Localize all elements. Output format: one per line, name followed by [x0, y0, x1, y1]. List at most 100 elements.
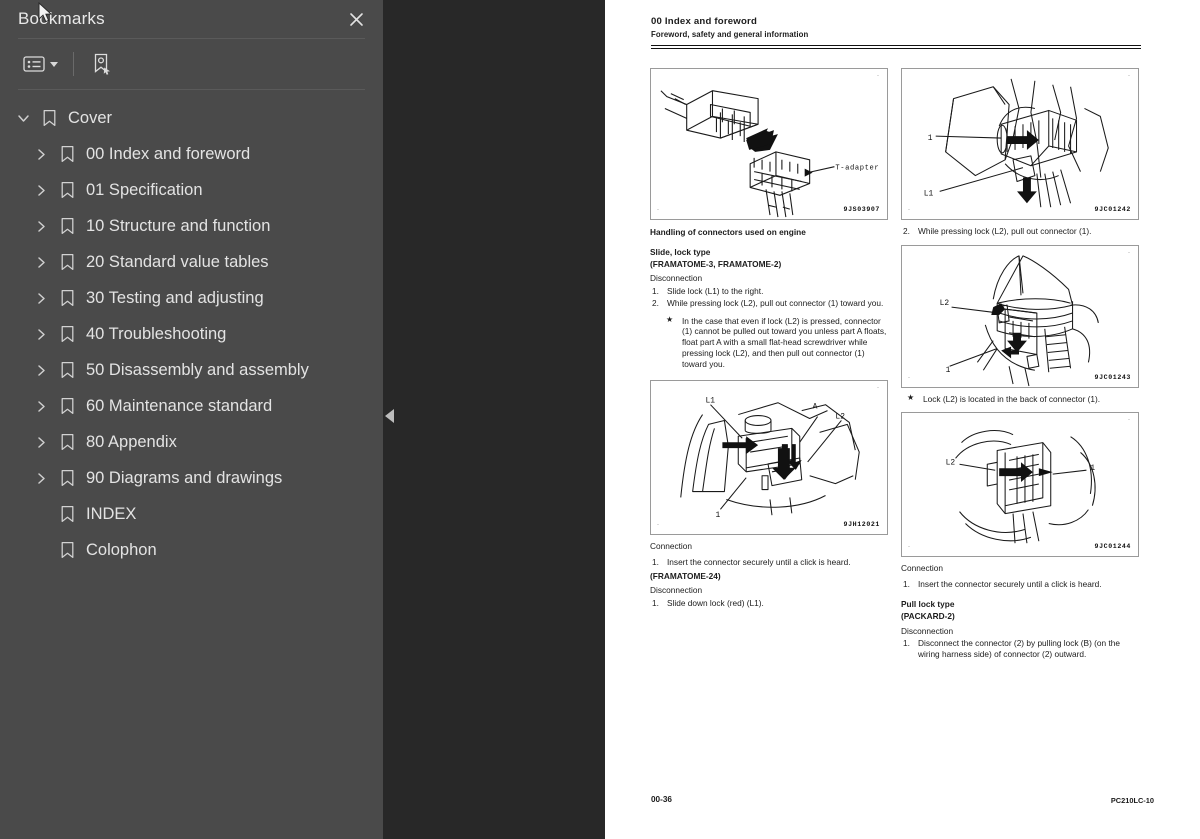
- svg-text:1: 1: [946, 366, 951, 375]
- bookmark-item-label: Cover: [68, 108, 113, 127]
- figure-code: 9JC01244: [1094, 543, 1131, 550]
- type-heading-2: (FRAMATOME-3, FRAMATOME-2): [650, 258, 782, 269]
- type-heading-2: (PACKARD-2): [901, 610, 955, 621]
- bookmark-item-label: 90 Diagrams and drawings: [86, 468, 283, 487]
- bookmark-item-20-standard-value-tables[interactable]: 20 Standard value tables: [0, 244, 383, 280]
- bookmark-icon: [54, 465, 80, 491]
- bookmark-item-label: INDEX: [86, 504, 137, 523]
- chevron-down-icon: [50, 61, 58, 67]
- figure-connection: · · L2 1 9JC01244: [901, 411, 1139, 557]
- toolbar-separator: [73, 52, 74, 76]
- bookmark-item-label: 40 Troubleshooting: [86, 324, 227, 343]
- bookmark-item-10-structure-and-function[interactable]: 10 Structure and function: [0, 208, 383, 244]
- chevron-right-icon[interactable]: [28, 321, 54, 347]
- chevron-right-icon[interactable]: [28, 285, 54, 311]
- svg-text:L2: L2: [835, 412, 845, 421]
- bookmark-item-80-appendix[interactable]: 80 Appendix: [0, 424, 383, 460]
- star-icon: ★: [666, 314, 674, 324]
- chevron-right-icon[interactable]: [28, 393, 54, 419]
- add-bookmark-icon[interactable]: [86, 48, 118, 80]
- svg-text:1: 1: [1090, 464, 1095, 473]
- bookmark-icon: [36, 105, 62, 131]
- close-icon[interactable]: [343, 6, 369, 32]
- bookmark-item-50-disassembly-and-assembly[interactable]: 50 Disassembly and assembly: [0, 352, 383, 388]
- svg-text:T-adapter: T-adapter: [835, 165, 879, 173]
- bookmark-item-label: 20 Standard value tables: [86, 252, 269, 271]
- bookmark-item-label: 00 Index and foreword: [86, 144, 251, 163]
- bookmark-item-60-maintenance-standard[interactable]: 60 Maintenance standard: [0, 388, 383, 424]
- chevron-right-icon[interactable]: [28, 177, 54, 203]
- bookmark-item-colophon[interactable]: Colophon: [0, 532, 383, 568]
- chevron-right-icon[interactable]: [28, 429, 54, 455]
- note-text: In the case that even if lock (L2) is pr…: [682, 315, 887, 369]
- bookmark-item-label: 50 Disassembly and assembly: [86, 360, 309, 379]
- figure-caption-2: 2. While pressing lock (L2), pull out co…: [903, 226, 1092, 236]
- note-block: ★ In the case that even if lock (L2) is …: [650, 314, 888, 370]
- connection-step: 1. Insert the connector securely until a…: [652, 557, 851, 568]
- bookmark-icon: [54, 357, 80, 383]
- bookmark-icon: [54, 249, 80, 275]
- figure-code: 9JC01243: [1094, 374, 1131, 382]
- list-item: 1. Slide lock (L1) to the right.: [652, 286, 764, 297]
- page-number: 00-36: [651, 795, 672, 805]
- bookmark-item-label: 30 Testing and adjusting: [86, 288, 264, 307]
- left-column: · · T-adapter 9JS03907 Handling of conne…: [650, 68, 888, 609]
- bookmark-item-index[interactable]: INDEX: [0, 496, 383, 532]
- right-column: · · 1 L1 9JC01242 2. While pressing lock…: [901, 68, 1139, 660]
- figure-t-adapter: · · T-adapter 9JS03907: [650, 68, 888, 220]
- sidebar-header: Bookmarks: [0, 0, 383, 38]
- figure-framatome-24: · · L1 A L2 1 9JH12021: [650, 379, 888, 535]
- bookmark-item-cover[interactable]: Cover: [0, 100, 383, 136]
- bookmark-icon: [54, 141, 80, 167]
- svg-text:L1: L1: [924, 189, 934, 198]
- note-text: Lock (L2) is located in the back of conn…: [923, 393, 1101, 404]
- bookmark-item-40-troubleshooting[interactable]: 40 Troubleshooting: [0, 316, 383, 352]
- bookmark-item-01-specification[interactable]: 01 Specification: [0, 172, 383, 208]
- bookmarks-tree: Cover 00 Index and foreword 01 Specificati…: [0, 90, 383, 568]
- disconnection-step-2: 1. Slide down lock (red) (L1).: [652, 597, 764, 608]
- bookmark-item-90-diagrams-and-drawings[interactable]: 90 Diagrams and drawings: [0, 460, 383, 496]
- bookmark-item-30-testing-and-adjusting[interactable]: 30 Testing and adjusting: [0, 280, 383, 316]
- chevron-down-icon[interactable]: [10, 105, 36, 131]
- disconnection-label: Disconnection: [901, 625, 954, 636]
- collapse-panel-arrow-icon[interactable]: [383, 405, 395, 427]
- bookmark-icon: [54, 501, 80, 527]
- bookmark-item-00-index-and-foreword[interactable]: 00 Index and foreword: [0, 136, 383, 172]
- disconnection-label-2: Disconnection: [650, 584, 703, 595]
- figure-lock-back-of-connector: · · L2 1 9JC01243: [901, 244, 1139, 388]
- sidebar-toolbar: [0, 39, 383, 89]
- svg-text:A: A: [813, 402, 818, 411]
- type-heading-3: (FRAMATOME-24): [650, 571, 721, 582]
- disconnection-steps: 1. Slide lock (L1) to the right. 2. Whil…: [650, 286, 888, 309]
- header-rule-thin: [651, 48, 1141, 49]
- svg-text:L2: L2: [946, 458, 956, 467]
- bookmarks-sidebar: Bookmarks Cover 00 Index and foreword 01…: [0, 0, 394, 839]
- chevron-right-icon[interactable]: [28, 249, 54, 275]
- svg-text:L2: L2: [940, 299, 950, 308]
- page-header: 00 Index and foreword Foreword, safety a…: [651, 16, 1141, 41]
- list-item: 2. While pressing lock (L2), pull out co…: [652, 297, 884, 308]
- star-icon: ★: [907, 392, 915, 402]
- svg-text:L1: L1: [706, 396, 716, 405]
- chevron-right-icon[interactable]: [28, 141, 54, 167]
- chevron-right-icon[interactable]: [28, 213, 54, 239]
- figure-code: 9JH12021: [843, 521, 880, 529]
- header-rule-thick: [651, 45, 1141, 46]
- pdf-page: 00 Index and foreword Foreword, safety a…: [605, 0, 1200, 839]
- bookmark-icon: [54, 393, 80, 419]
- bookmark-item-label: 80 Appendix: [86, 432, 177, 451]
- chevron-right-icon[interactable]: [28, 465, 54, 491]
- pdf-viewer-area[interactable]: 00 Index and foreword Foreword, safety a…: [383, 0, 1200, 839]
- list-options-icon[interactable]: [18, 51, 63, 77]
- section-heading: Handling of connectors used on engine: [650, 227, 806, 237]
- bookmark-icon: [54, 177, 80, 203]
- bookmark-icon: [54, 321, 80, 347]
- bookmark-item-label: Colophon: [86, 540, 157, 559]
- connection-label: Connection: [901, 562, 943, 573]
- chevron-right-icon[interactable]: [28, 357, 54, 383]
- type-heading-1: Slide, lock type: [650, 246, 711, 257]
- connection-step: 1. Insert the connector securely until a…: [903, 579, 1102, 590]
- figure-code: 9JS03907: [843, 206, 880, 214]
- disconnection-label: Disconnection: [650, 273, 703, 284]
- page-subtitle: Foreword, safety and general information: [651, 30, 809, 40]
